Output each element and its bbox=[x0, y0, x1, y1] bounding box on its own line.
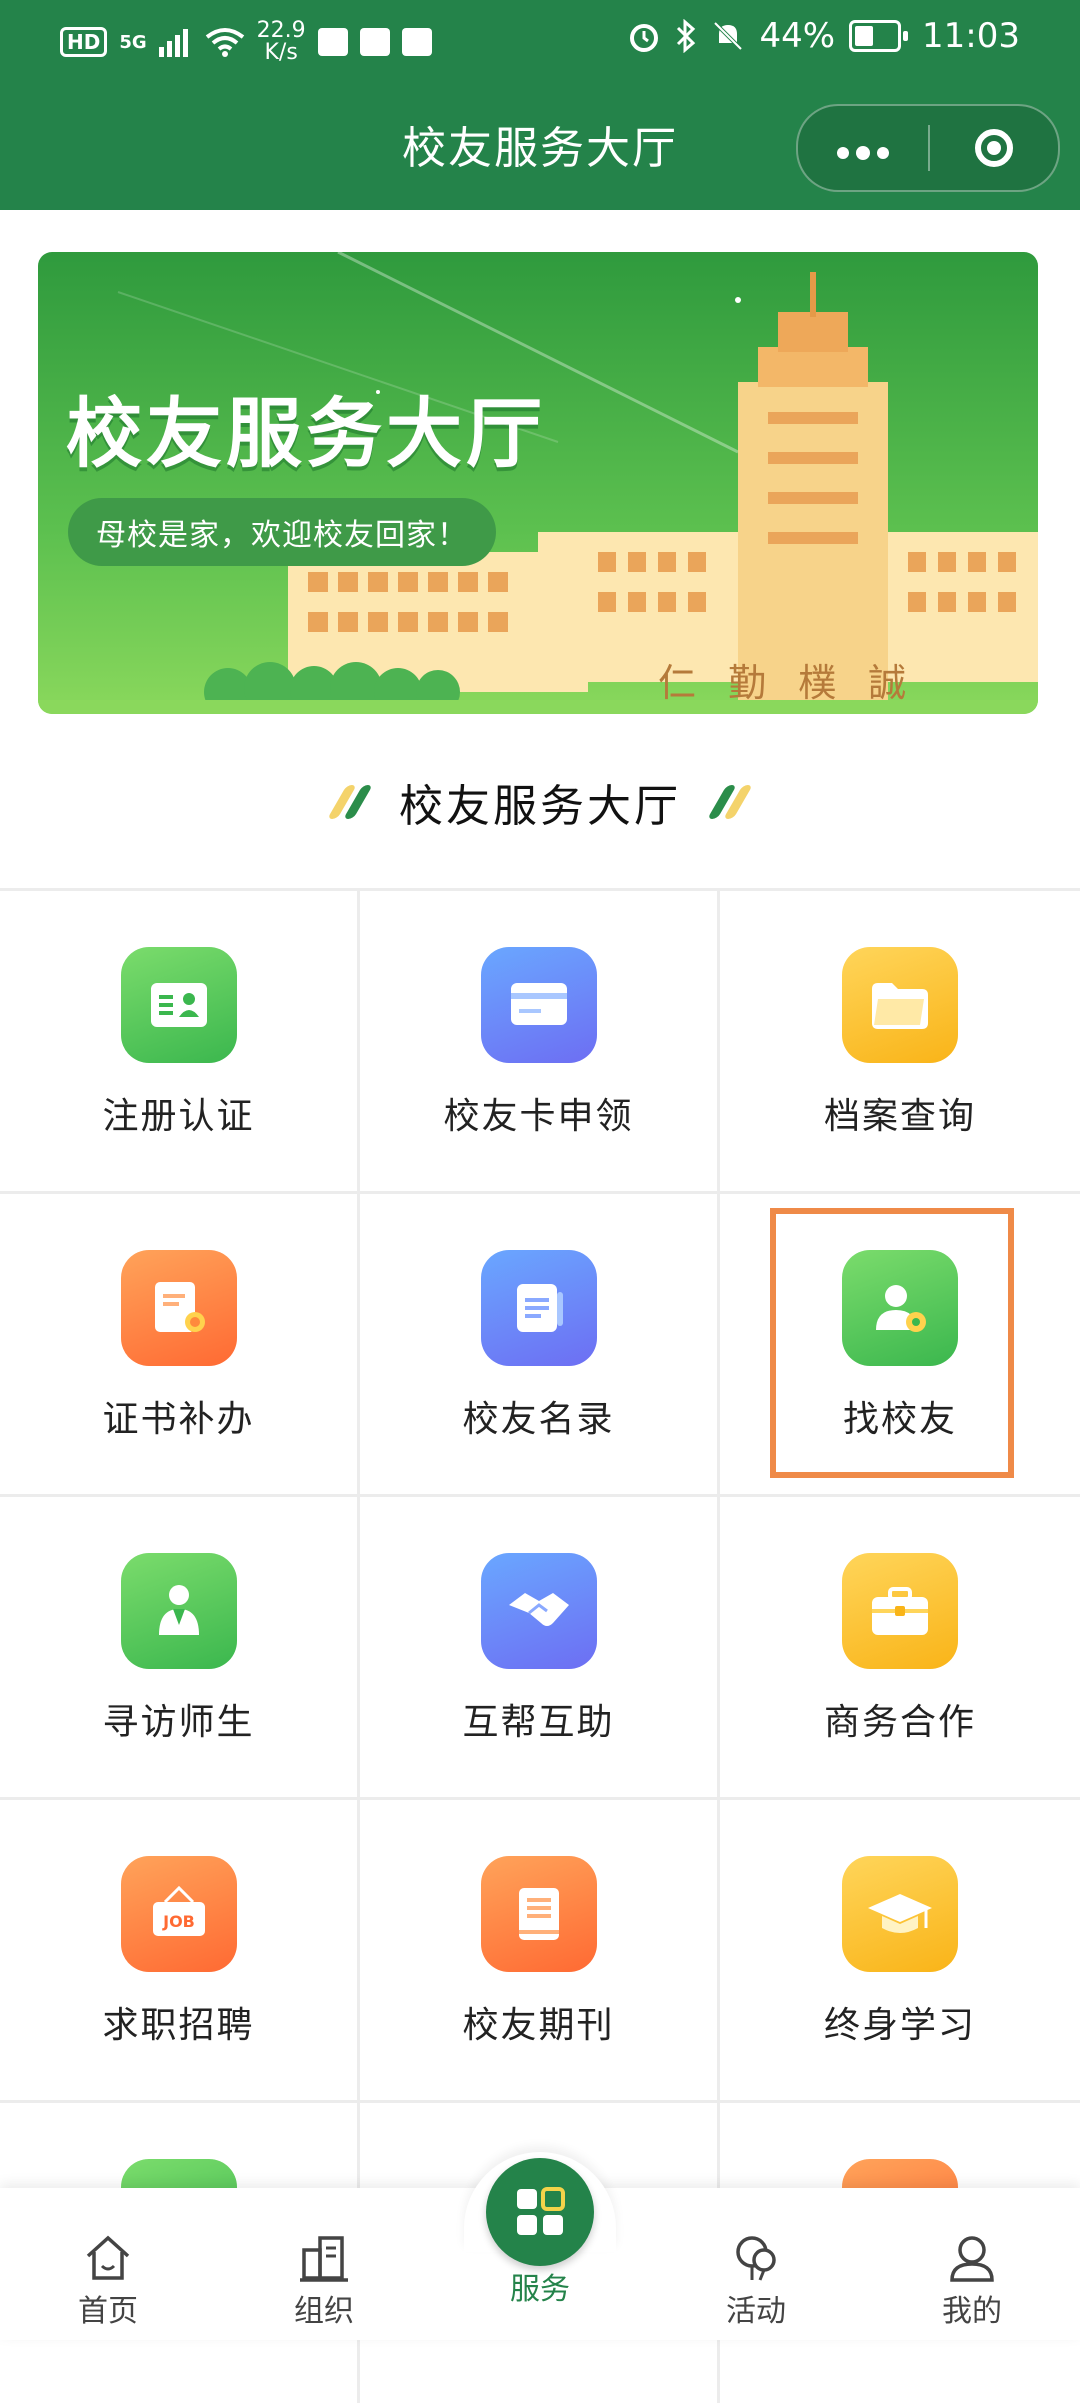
service-label: 校友期刊 bbox=[462, 2005, 615, 2046]
svg-text:JOB: JOB bbox=[162, 1912, 195, 1931]
tab-label: 组织 bbox=[294, 2294, 354, 2329]
notification-icon bbox=[317, 28, 348, 56]
graduation-cap-icon bbox=[842, 1856, 958, 1972]
service-label: 证书补办 bbox=[102, 1399, 255, 1440]
wifi-icon bbox=[205, 28, 244, 57]
service-label: 注册认证 bbox=[102, 1096, 255, 1137]
speed-value: 22.9 bbox=[256, 18, 306, 43]
briefcase-icon bbox=[842, 1553, 958, 1669]
banner-motto: 仁 勤 樸 誠 bbox=[658, 661, 917, 705]
service-label: 档案查询 bbox=[823, 1096, 976, 1137]
person-icon bbox=[902, 2224, 1042, 2284]
service-register[interactable]: 注册认证 bbox=[0, 891, 360, 1191]
grid-icon[interactable] bbox=[486, 2158, 594, 2266]
handshake-icon bbox=[480, 1553, 597, 1669]
service-directory[interactable]: 校友名录 bbox=[360, 1194, 720, 1494]
service-label: 终身学习 bbox=[823, 2005, 976, 2046]
mute-icon bbox=[714, 21, 743, 51]
section-heading: 校友服务大厅 bbox=[0, 770, 1080, 834]
hero-banner[interactable]: 校友服务大厅 母校是家，欢迎校友回家！ 仁 勤 樸 誠 bbox=[38, 252, 1038, 714]
decor-slash-icon bbox=[707, 785, 753, 819]
clock: 11:03 bbox=[922, 16, 1020, 56]
journal-icon bbox=[480, 1856, 597, 1972]
highlight-box bbox=[770, 1208, 1014, 1478]
battery-icon bbox=[849, 20, 909, 52]
mini-program-capsule bbox=[796, 104, 1060, 192]
service-business[interactable]: 商务合作 bbox=[720, 1497, 1080, 1797]
tab-home[interactable]: 首页 bbox=[38, 2224, 178, 2330]
directory-icon bbox=[480, 1250, 597, 1366]
banner-illustration bbox=[38, 252, 1038, 714]
hd-badge: HD bbox=[60, 27, 108, 57]
section-title: 校友服务大厅 bbox=[399, 781, 681, 832]
status-bar: HD 5G 22.9 K/s 44% 11:03 bbox=[0, 0, 1080, 84]
tab-label: 我的 bbox=[942, 2294, 1002, 2329]
speed-unit: K/s bbox=[264, 40, 298, 65]
notification-icon bbox=[401, 28, 432, 56]
tab-label: 服务 bbox=[510, 2272, 570, 2307]
service-label: 求职招聘 bbox=[102, 2005, 255, 2046]
balloon-icon bbox=[686, 2224, 826, 2284]
certificate-icon bbox=[120, 1250, 237, 1366]
more-dots-icon[interactable] bbox=[798, 128, 928, 168]
service-label: 互帮互助 bbox=[462, 1702, 615, 1743]
target-circle-icon[interactable] bbox=[930, 129, 1058, 167]
service-label: 寻访师生 bbox=[102, 1702, 255, 1743]
service-archive[interactable]: 档案查询 bbox=[720, 891, 1080, 1191]
signal-icon bbox=[158, 29, 188, 57]
service-journal[interactable]: 校友期刊 bbox=[360, 1800, 720, 2100]
decor-slash-icon bbox=[327, 785, 373, 819]
alarm-icon bbox=[630, 24, 659, 52]
tab-label: 活动 bbox=[726, 2294, 786, 2329]
service-certificate[interactable]: 证书补办 bbox=[0, 1194, 360, 1494]
service-label: 校友卡申领 bbox=[443, 1096, 634, 1137]
network-speed: 22.9 K/s bbox=[257, 20, 306, 64]
tab-service[interactable]: 服务 bbox=[470, 2262, 610, 2308]
service-alumni-card[interactable]: 校友卡申领 bbox=[360, 891, 720, 1191]
tab-organization[interactable]: 组织 bbox=[254, 2224, 394, 2330]
top-bar: HD 5G 22.9 K/s 44% 11:03 校友服务大厅 bbox=[0, 0, 1080, 210]
folder-icon bbox=[842, 947, 958, 1063]
id-card-icon bbox=[120, 947, 237, 1063]
service-jobs[interactable]: JOB 求职招聘 bbox=[0, 1800, 360, 2100]
job-sign-icon: JOB bbox=[120, 1856, 237, 1972]
tab-activity[interactable]: 活动 bbox=[686, 2224, 826, 2330]
service-label: 商务合作 bbox=[823, 1702, 976, 1743]
banner-subtitle: 母校是家，欢迎校友回家！ bbox=[68, 498, 496, 566]
service-label: 校友名录 bbox=[462, 1399, 615, 1440]
battery-percent: 44% bbox=[759, 16, 836, 56]
home-icon bbox=[38, 2224, 178, 2284]
service-visit-teachers[interactable]: 寻访师生 bbox=[0, 1497, 360, 1797]
teacher-icon bbox=[120, 1553, 237, 1669]
building-icon bbox=[254, 2224, 394, 2284]
tab-mine[interactable]: 我的 bbox=[902, 2224, 1042, 2330]
banner-title: 校友服务大厅 bbox=[66, 389, 546, 478]
signal-label: 5G bbox=[119, 31, 147, 53]
bluetooth-icon bbox=[677, 19, 696, 53]
notification-icon bbox=[359, 28, 390, 56]
service-mutual-help[interactable]: 互帮互助 bbox=[360, 1497, 720, 1797]
tab-label: 首页 bbox=[78, 2294, 138, 2329]
card-icon bbox=[480, 947, 597, 1063]
service-lifelong-learning[interactable]: 终身学习 bbox=[720, 1800, 1080, 2100]
